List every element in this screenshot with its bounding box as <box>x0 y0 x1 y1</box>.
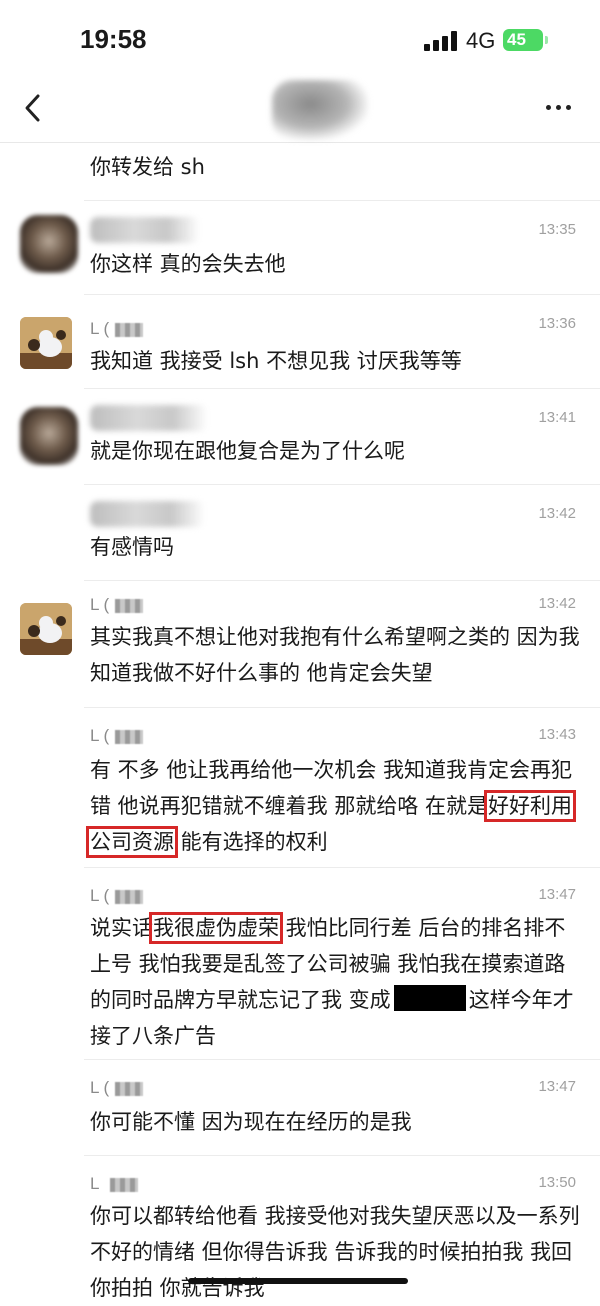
message-text: 就是你现在跟他复合是为了什么呢 <box>90 439 405 463</box>
message-text: 我知道 我接受 lsh 不想见我 讨厌我等等 <box>90 349 462 373</box>
chat-header <box>0 80 600 143</box>
message-text: 说实话我很虚伪虚荣 我怕比同行差 后台的排名排不上号 我怕我要是乱签了公司被骗 … <box>90 912 574 1048</box>
sender-name: L <box>90 1174 138 1194</box>
message: L ( 13:47 说实话我很虚伪虚荣 我怕比同行差 后台的排名排不上号 我怕我… <box>0 868 600 1060</box>
more-button[interactable] <box>540 90 576 126</box>
message: 13:42 有感情吗 <box>0 485 600 581</box>
name-pixelated <box>115 598 144 613</box>
chevron-left-icon <box>25 94 40 122</box>
sender-name: L ( <box>90 319 144 339</box>
sender-name-redacted <box>90 501 205 527</box>
message-text: 有 不多 他让我再给他一次机会 我知道我肯定会再犯错 他说再犯错就不缠着我 那就… <box>85 758 577 858</box>
network-type: 4G <box>466 28 496 53</box>
battery-level: 45 <box>507 30 526 49</box>
avatar[interactable] <box>20 407 78 465</box>
cat-avatar-image <box>20 317 72 369</box>
message-time: 13:43 <box>538 726 576 743</box>
message: 你转发给 sh <box>0 143 600 201</box>
message: 13:41 就是你现在跟他复合是为了什么呢 <box>0 389 600 485</box>
message: L ( 13:36 我知道 我接受 lsh 不想见我 讨厌我等等 <box>0 295 600 389</box>
message-time: 13:36 <box>538 315 576 332</box>
home-indicator[interactable] <box>188 1278 408 1284</box>
name-pixelated <box>115 1081 144 1096</box>
back-button[interactable] <box>18 88 48 128</box>
name-pixelated <box>115 889 144 904</box>
message-time: 13:47 <box>538 886 576 903</box>
battery-icon: 45 <box>503 29 548 51</box>
message-time: 13:42 <box>538 595 576 612</box>
message: L ( 13:43 有 不多 他让我再给他一次机会 我知道我肯定会再犯错 他说再… <box>0 708 600 868</box>
cat-avatar-image <box>20 603 72 655</box>
message: L ( 13:47 你可能不懂 因为现在在经历的是我 <box>0 1060 600 1156</box>
chat-history[interactable]: 你转发给 sh 13:35 你这样 真的会失去他 L ( 13:36 我知道 我… <box>0 143 600 1300</box>
message-text: 你可以都转给他看 我接受他对我失望厌恶以及一系列不好的情绪 但你得告诉我 告诉我… <box>90 1204 580 1300</box>
name-pixelated <box>115 322 144 337</box>
redaction-box <box>393 985 466 1011</box>
sender-name: L ( <box>90 595 144 615</box>
message-time: 13:42 <box>538 505 576 522</box>
sender-name: L ( <box>90 886 144 906</box>
sender-name: L ( <box>90 1078 144 1098</box>
signal-icon <box>424 31 458 51</box>
message-time: 13:50 <box>538 1174 576 1191</box>
message: 13:35 你这样 真的会失去他 <box>0 201 600 295</box>
message-text: 你可能不懂 因为现在在经历的是我 <box>90 1110 412 1134</box>
status-time: 19:58 <box>80 24 147 54</box>
message-text: 其实我真不想让他对我抱有什么希望啊之类的 因为我知道我做不好什么事的 他肯定会失… <box>90 625 580 685</box>
avatar[interactable] <box>20 215 78 273</box>
message-time: 13:41 <box>538 409 576 426</box>
message-text: 你转发给 sh <box>90 155 205 179</box>
highlighted-phrase: 我很虚伪虚荣 <box>149 912 283 944</box>
name-pixelated <box>115 729 144 744</box>
name-pixelated <box>109 1177 138 1192</box>
avatar[interactable] <box>20 317 72 369</box>
sender-name: L ( <box>90 726 144 746</box>
status-bar: 19:58 4G 45 <box>0 0 600 80</box>
message-text: 你这样 真的会失去他 <box>90 252 286 276</box>
message: L 13:50 你可以都转给他看 我接受他对我失望厌恶以及一系列不好的情绪 但你… <box>0 1156 600 1300</box>
message: L ( 13:42 其实我真不想让他对我抱有什么希望啊之类的 因为我知道我做不好… <box>0 581 600 708</box>
avatar[interactable] <box>20 603 72 655</box>
message-time: 13:35 <box>538 221 576 238</box>
chat-title-redacted <box>272 80 368 140</box>
message-time: 13:47 <box>538 1078 576 1095</box>
message-text: 有感情吗 <box>90 535 174 559</box>
sender-name-redacted <box>90 217 200 243</box>
sender-name-redacted <box>90 405 208 431</box>
